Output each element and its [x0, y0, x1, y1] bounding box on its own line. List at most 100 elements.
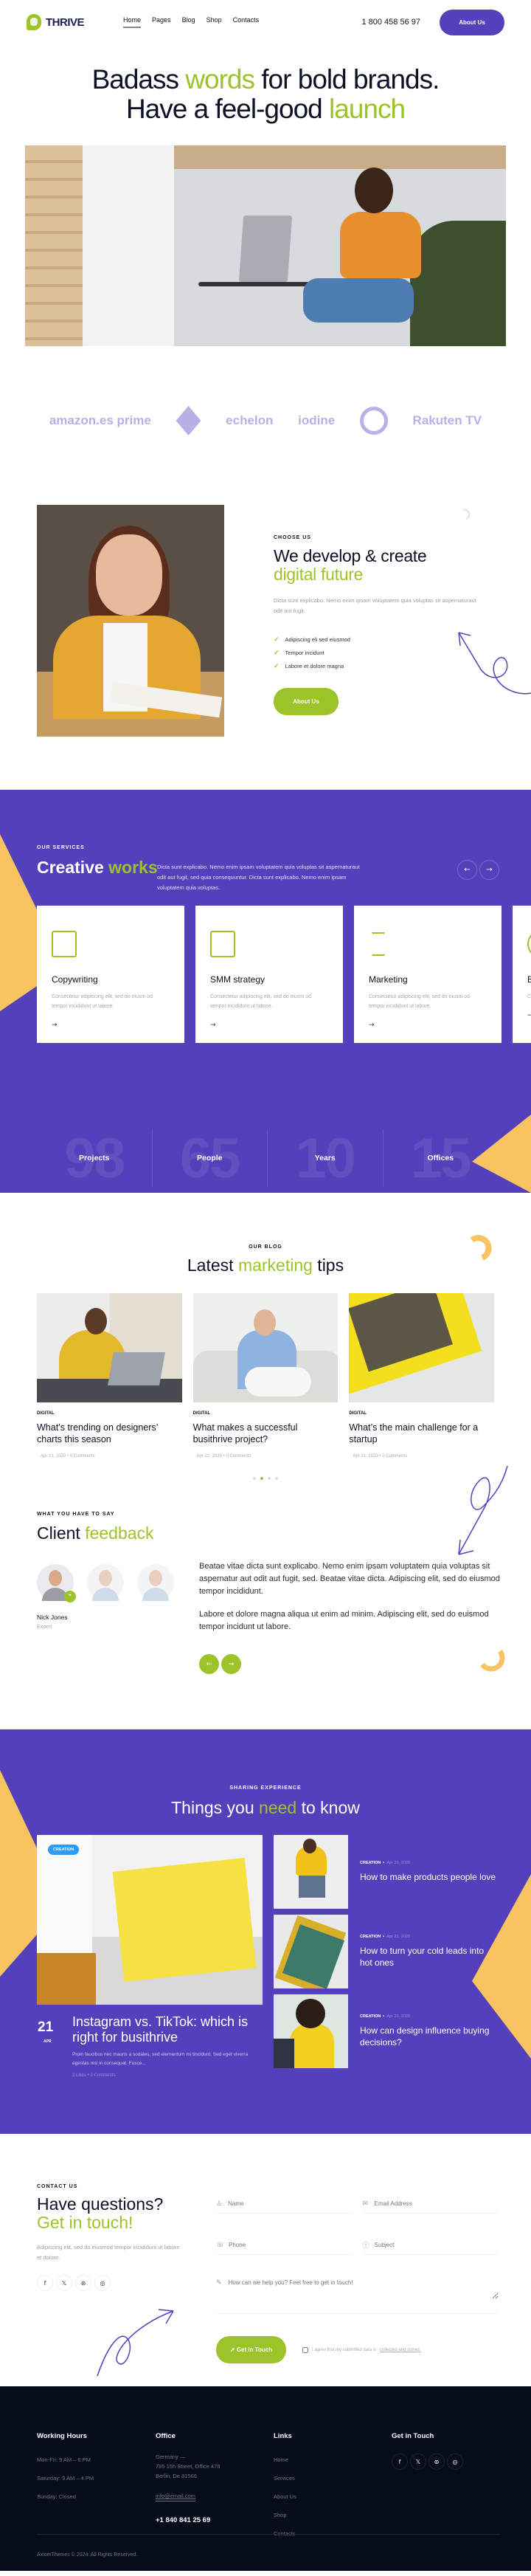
- blog-image[interactable]: [192, 1293, 339, 1402]
- echelon-logo: echelon: [226, 413, 274, 427]
- avatar-nick[interactable]: ❞: [37, 1564, 76, 1602]
- instagram-icon[interactable]: ◎: [447, 2453, 463, 2470]
- footer-link-home[interactable]: Home: [274, 2451, 296, 2469]
- address-line: Germany —: [156, 2453, 186, 2460]
- stat-years: 10 Years: [268, 1127, 384, 1190]
- privacy-link[interactable]: collected and stored.: [380, 2348, 420, 2352]
- nav-contacts[interactable]: Contacts: [233, 16, 260, 28]
- phone-field[interactable]: ☏: [216, 2236, 353, 2255]
- dribbble-icon[interactable]: ⊛: [428, 2453, 445, 2470]
- blog-post-title[interactable]: What makes a successful busithrive proje…: [193, 1422, 339, 1445]
- subject-field[interactable]: ⓘ: [362, 2236, 499, 2255]
- side-post-title[interactable]: How can design influence buying decision…: [360, 2025, 496, 2048]
- next-arrow-button[interactable]: →: [479, 860, 499, 880]
- blog-category[interactable]: DIGITAL: [349, 1411, 494, 1416]
- blog-post-title[interactable]: What’s trending on designers’ charts thi…: [37, 1422, 182, 1445]
- dribbble-icon[interactable]: ⊛: [75, 2275, 91, 2291]
- blog-image[interactable]: [349, 1293, 495, 1402]
- choose-us-section: CHOOSE US We develop & create digital fu…: [0, 485, 531, 788]
- email-input[interactable]: [374, 2200, 499, 2207]
- service-card-copywriting[interactable]: Copywriting Consectetur adipiscing elit,…: [37, 906, 184, 1043]
- blog-category[interactable]: DIGITAL: [193, 1411, 339, 1416]
- blog-post-title[interactable]: What’s the main challenge for a startup: [349, 1422, 494, 1445]
- arrow-right-icon[interactable]: →: [369, 1022, 487, 1029]
- service-card-smm[interactable]: SMM strategy Consectetur adipiscing elit…: [195, 906, 343, 1043]
- blog-card[interactable]: DIGITAL What’s trending on designers’ ch…: [37, 1293, 182, 1459]
- side-post-image[interactable]: [274, 1915, 348, 1988]
- blog-image[interactable]: [37, 1293, 182, 1402]
- footer-link-services[interactable]: Services: [274, 2469, 296, 2487]
- side-category[interactable]: CREATION: [360, 1935, 381, 1939]
- footer-phone[interactable]: +1 840 841 25 69: [156, 2516, 220, 2524]
- footer-link-shop[interactable]: Shop: [274, 2506, 296, 2524]
- x-icon[interactable]: 𝕏: [56, 2275, 72, 2291]
- blog-category[interactable]: DIGITAL: [37, 1411, 182, 1416]
- stats-row: 98 Projects 65 People 10 Years 15 Offices: [37, 1127, 498, 1190]
- x-icon[interactable]: 𝕏: [410, 2453, 426, 2470]
- facebook-icon[interactable]: f: [37, 2275, 53, 2291]
- footer-heading: Links: [274, 2432, 292, 2440]
- message-input[interactable]: [228, 2279, 499, 2299]
- name-input[interactable]: [228, 2200, 353, 2207]
- title-accent: Get in touch!: [37, 2213, 133, 2232]
- nav-pages[interactable]: Pages: [152, 16, 171, 28]
- next-arrow-button[interactable]: →: [221, 1654, 241, 1674]
- arrow-right-icon[interactable]: →: [527, 1012, 531, 1019]
- hours-item: Sunday: Closed: [37, 2493, 76, 2500]
- feedback-left: WHAT YOU HAVE TO SAY Client feedback ❞ N…: [37, 1512, 174, 1630]
- hero-text: for bold brands.: [254, 64, 440, 94]
- feedback-eyebrow: WHAT YOU HAVE TO SAY: [37, 1512, 115, 1517]
- stat-people: 65 People: [153, 1127, 268, 1190]
- blog-title: Latest marketing tips: [0, 1256, 531, 1275]
- side-date: Apr 21, 2020: [386, 1861, 410, 1865]
- nav-blog[interactable]: Blog: [182, 16, 195, 28]
- phone-input[interactable]: [229, 2242, 353, 2248]
- hours-item: Saturday: 9 AM – 4 PM: [37, 2475, 94, 2482]
- service-text: Consectetur adipiscing elit, sed do eius…: [369, 994, 470, 1009]
- email-field[interactable]: ✉: [362, 2194, 499, 2214]
- blog-card[interactable]: DIGITAL What makes a successful busithri…: [192, 1293, 339, 1459]
- agree-checkbox[interactable]: [302, 2346, 308, 2353]
- service-card-partial[interactable]: B Co te →: [513, 906, 531, 1043]
- name-field[interactable]: ♙: [216, 2194, 353, 2214]
- nav-home[interactable]: Home: [123, 16, 142, 28]
- side-post-meta: CREATION • Apr 21, 2020: [360, 1935, 410, 1939]
- message-field[interactable]: ✎: [216, 2277, 499, 2314]
- side-post-image[interactable]: [274, 1835, 348, 1909]
- arrow-right-icon[interactable]: →: [52, 1022, 170, 1029]
- side-post[interactable]: CREATION • Apr 21, 2020 How to make prod…: [274, 1835, 496, 1909]
- side-post-title[interactable]: How to make products people love: [360, 1871, 496, 1883]
- side-post-image[interactable]: [274, 1994, 348, 2068]
- prev-arrow-button[interactable]: ←: [457, 860, 477, 880]
- side-post[interactable]: CREATION • Apr 21, 2020 How to turn your…: [274, 1915, 495, 1988]
- services-desc: Dicta sunt explicabo. Nemo enim ipsam vo…: [157, 864, 360, 891]
- footer-email-link[interactable]: info@email.com: [156, 2493, 195, 2501]
- side-category[interactable]: CREATION: [360, 2014, 381, 2019]
- arrow-right-icon[interactable]: →: [210, 1022, 328, 1029]
- header-phone[interactable]: 1 800 458 56 97: [361, 18, 420, 27]
- about-us-button[interactable]: About Us: [440, 9, 504, 35]
- get-in-touch-button[interactable]: ➚ Get In Touch: [216, 2336, 286, 2363]
- blog-card[interactable]: DIGITAL What’s the main challenge for a …: [349, 1293, 495, 1459]
- title-text: tips: [312, 1256, 344, 1275]
- logo[interactable]: THRIVE: [27, 14, 85, 30]
- nav-shop[interactable]: Shop: [206, 16, 222, 28]
- featured-post[interactable]: CREATION 21 APR Instagram vs. TikTok: wh…: [37, 1835, 263, 2078]
- featured-image[interactable]: CREATION: [37, 1835, 263, 2005]
- side-category[interactable]: CREATION: [360, 1861, 381, 1865]
- featured-title[interactable]: Instagram vs. TikTok: which is right for…: [72, 2014, 268, 2045]
- agree-checkbox-label[interactable]: I agree that my submitted data is collec…: [302, 2346, 420, 2353]
- side-post[interactable]: CREATION • Apr 21, 2020 How can design i…: [274, 1994, 495, 2068]
- footer-link-about[interactable]: About Us: [274, 2487, 296, 2506]
- choose-about-button[interactable]: About Us: [274, 688, 339, 715]
- category-badge[interactable]: CREATION: [48, 1845, 80, 1855]
- side-post-title[interactable]: How to turn your cold leads into hot one…: [360, 1945, 496, 1969]
- avatar-client[interactable]: [137, 1564, 174, 1601]
- service-card-marketing[interactable]: Marketing Consectetur adipiscing elit, s…: [354, 906, 502, 1043]
- facebook-icon[interactable]: f: [392, 2453, 408, 2470]
- subject-input[interactable]: [374, 2242, 499, 2248]
- footer-divider: [37, 2534, 500, 2535]
- instagram-icon[interactable]: ◎: [94, 2275, 111, 2291]
- prev-arrow-button[interactable]: ←: [199, 1654, 219, 1674]
- avatar-client[interactable]: [87, 1564, 124, 1601]
